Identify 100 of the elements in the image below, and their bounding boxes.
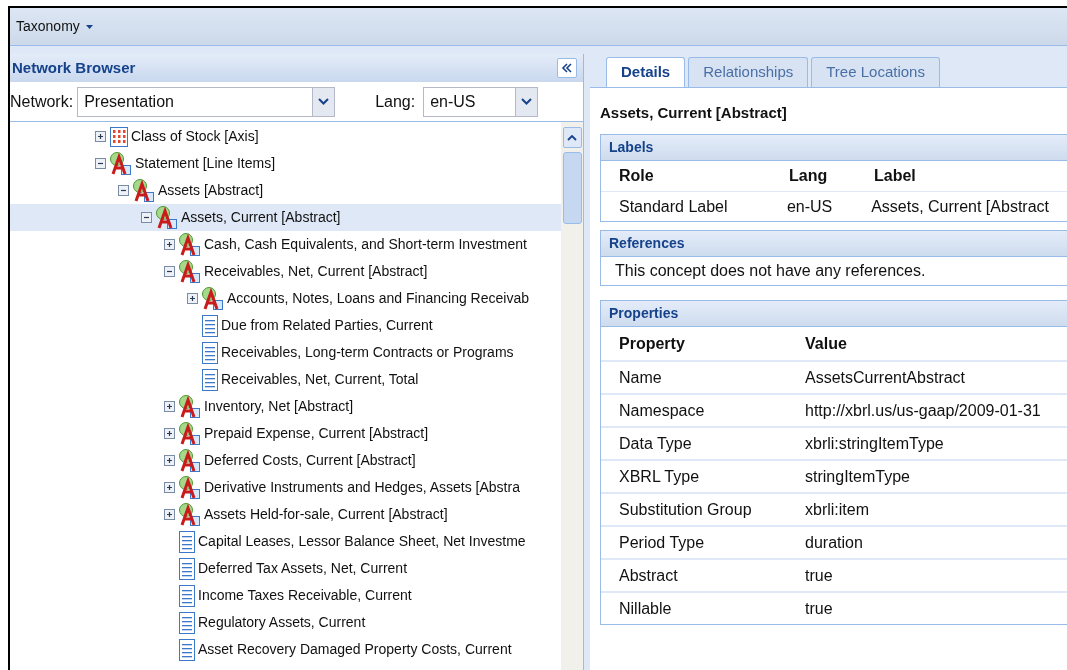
collapse-panel-button[interactable] xyxy=(557,58,577,78)
scrollbar-thumb[interactable] xyxy=(562,152,582,224)
table-cell-text: true xyxy=(804,598,834,619)
expand-toggle[interactable] xyxy=(95,131,106,142)
tree-item[interactable]: Regulatory Assets, Current xyxy=(10,609,561,636)
taxonomy-menu[interactable]: Taxonomy xyxy=(16,16,94,37)
document-icon xyxy=(179,584,195,607)
double-chevron-left-icon xyxy=(561,63,573,73)
scroll-up-icon xyxy=(567,134,577,141)
tree-item[interactable]: Deferred Tax Assets, Net, Current xyxy=(10,555,561,582)
collapse-toggle[interactable] xyxy=(118,185,129,196)
tree-item[interactable]: Income Taxes Receivable, Current xyxy=(10,582,561,609)
tree-item[interactable]: Class of Stock [Axis] xyxy=(10,123,561,150)
tree-item[interactable]: Cash, Cash Equivalents, and Short-term Investment xyxy=(10,231,561,258)
scrollbar[interactable] xyxy=(561,122,583,670)
collapse-toggle[interactable] xyxy=(141,212,152,223)
abstract-element-icon xyxy=(179,259,201,284)
tree-item[interactable]: Capital Leases, Lessor Balance Sheet, Net Investme xyxy=(10,528,561,555)
tab[interactable]: Tree Locations xyxy=(811,57,940,87)
document-icon xyxy=(202,368,218,391)
tree-item-label: Class of Stock [Axis] xyxy=(131,127,259,146)
column-header: Label xyxy=(873,166,917,186)
table-cell-text: xbrli:stringItemType xyxy=(804,433,945,454)
tree-item-label: Asset Recovery Damaged Property Costs, Current xyxy=(198,640,512,659)
tree-item[interactable]: Prepaid Expense, Current [Abstract] xyxy=(10,420,561,447)
chevron-down-icon xyxy=(521,98,533,105)
tree-item-label: Accounts, Notes, Loans and Financing Receivab xyxy=(227,289,529,308)
tree-item-label: Receivables, Long-term Contracts or Programs xyxy=(221,343,514,362)
tree-item-label: Income Taxes Receivable, Current xyxy=(198,586,412,605)
abstract-element-icon xyxy=(179,421,201,446)
section-header: References xyxy=(601,231,1067,257)
table-cell-text: XBRL Type xyxy=(618,466,701,487)
column-header: Value xyxy=(804,333,848,354)
table-cell-text: AssetsCurrentAbstract xyxy=(804,367,967,388)
expand-toggle[interactable] xyxy=(187,293,198,304)
expand-toggle[interactable] xyxy=(164,509,175,520)
grid-icon xyxy=(110,126,128,147)
table-cell-text: true xyxy=(804,565,834,586)
tree-item[interactable]: Deferred Costs, Current [Abstract] xyxy=(10,447,561,474)
tree-item[interactable]: Asset Recovery Damaged Property Costs, Current xyxy=(10,636,561,663)
abstract-element-icon xyxy=(202,286,224,311)
tree-item[interactable]: Assets Held-for-sale, Current [Abstract] xyxy=(10,501,561,528)
tree-item-label: Assets Held-for-sale, Current [Abstract] xyxy=(204,505,448,524)
tree-item-label: Inventory, Net [Abstract] xyxy=(204,397,354,416)
tree-item[interactable]: Receivables, Net, Current [Abstract] xyxy=(10,258,561,285)
document-icon xyxy=(202,314,218,337)
column-header: Lang xyxy=(788,166,829,186)
tree-item[interactable]: Inventory, Net [Abstract] xyxy=(10,393,561,420)
expand-toggle[interactable] xyxy=(164,239,175,250)
section-header: Labels xyxy=(601,135,1067,161)
table-cell-text: Abstract xyxy=(618,565,679,586)
tree-item[interactable]: Receivables, Net, Current, Total xyxy=(10,366,561,393)
tree-item[interactable]: Accounts, Notes, Loans and Financing Receivab xyxy=(10,285,561,312)
expand-toggle[interactable] xyxy=(164,401,175,412)
scroll-up-button[interactable] xyxy=(562,127,582,148)
lang-label: Lang: xyxy=(375,91,416,112)
expand-toggle[interactable] xyxy=(164,455,175,466)
lang-select[interactable]: en-US xyxy=(423,86,539,117)
tree-item-label: Receivables, Net, Current [Abstract] xyxy=(204,262,428,281)
tree-item-label: Assets [Abstract] xyxy=(158,181,264,200)
network-label: Network: xyxy=(10,91,74,112)
caret-icon xyxy=(84,23,94,30)
tree-item[interactable]: Due from Related Parties, Current xyxy=(10,312,561,339)
collapse-toggle[interactable] xyxy=(95,158,106,169)
table-cell-text: http://xbrl.us/us-gaap/2009-01-31 xyxy=(804,400,1042,421)
document-icon xyxy=(179,530,195,553)
abstract-element-icon xyxy=(179,394,201,419)
tree-item[interactable]: Derivative Instruments and Hedges, Assets [Abstra xyxy=(10,474,561,501)
tree-item-label: Regulatory Assets, Current xyxy=(198,613,366,632)
tree-item[interactable]: Assets [Abstract] xyxy=(10,177,561,204)
document-icon xyxy=(179,638,195,661)
expand-toggle[interactable] xyxy=(164,482,175,493)
table-cell-text: Namespace xyxy=(618,400,706,421)
tree-item-label: Receivables, Net, Current, Total xyxy=(221,370,419,389)
tree-item[interactable]: Statement [Line Items] xyxy=(10,150,561,177)
expand-toggle[interactable] xyxy=(164,428,175,439)
table-cell-text: Nillable xyxy=(618,598,673,619)
network-select[interactable]: Presentation xyxy=(77,86,336,117)
references-message: This concept does not have any references. xyxy=(614,261,927,281)
table-cell-text: xbrli:item xyxy=(804,499,870,520)
abstract-element-icon xyxy=(179,232,201,257)
section-header: Properties xyxy=(601,301,1067,327)
tree-item[interactable]: Assets, Current [Abstract] xyxy=(10,204,561,231)
table-cell-text: en-US xyxy=(785,196,834,217)
document-icon xyxy=(179,557,195,580)
abstract-element-icon xyxy=(179,448,201,473)
tree-item[interactable]: Receivables, Long-term Contracts or Programs xyxy=(10,339,561,366)
tab[interactable]: Details xyxy=(606,57,686,87)
table-cell-text: Period Type xyxy=(618,532,706,553)
tree-item-label: Deferred Tax Assets, Net, Current xyxy=(198,559,408,578)
tree-item-label: Due from Related Parties, Current xyxy=(221,316,433,335)
tab[interactable]: Relationships xyxy=(688,57,809,87)
column-header: Property xyxy=(618,333,686,354)
document-icon xyxy=(179,611,195,634)
collapse-toggle[interactable] xyxy=(164,266,175,277)
tree-item-label: Cash, Cash Equivalents, and Short-term Investment xyxy=(204,235,527,254)
concept-title: Assets, Current [Abstract] xyxy=(600,103,788,122)
abstract-element-icon xyxy=(156,205,178,230)
document-icon xyxy=(202,341,218,364)
table-cell-text: Standard Label xyxy=(618,196,729,217)
